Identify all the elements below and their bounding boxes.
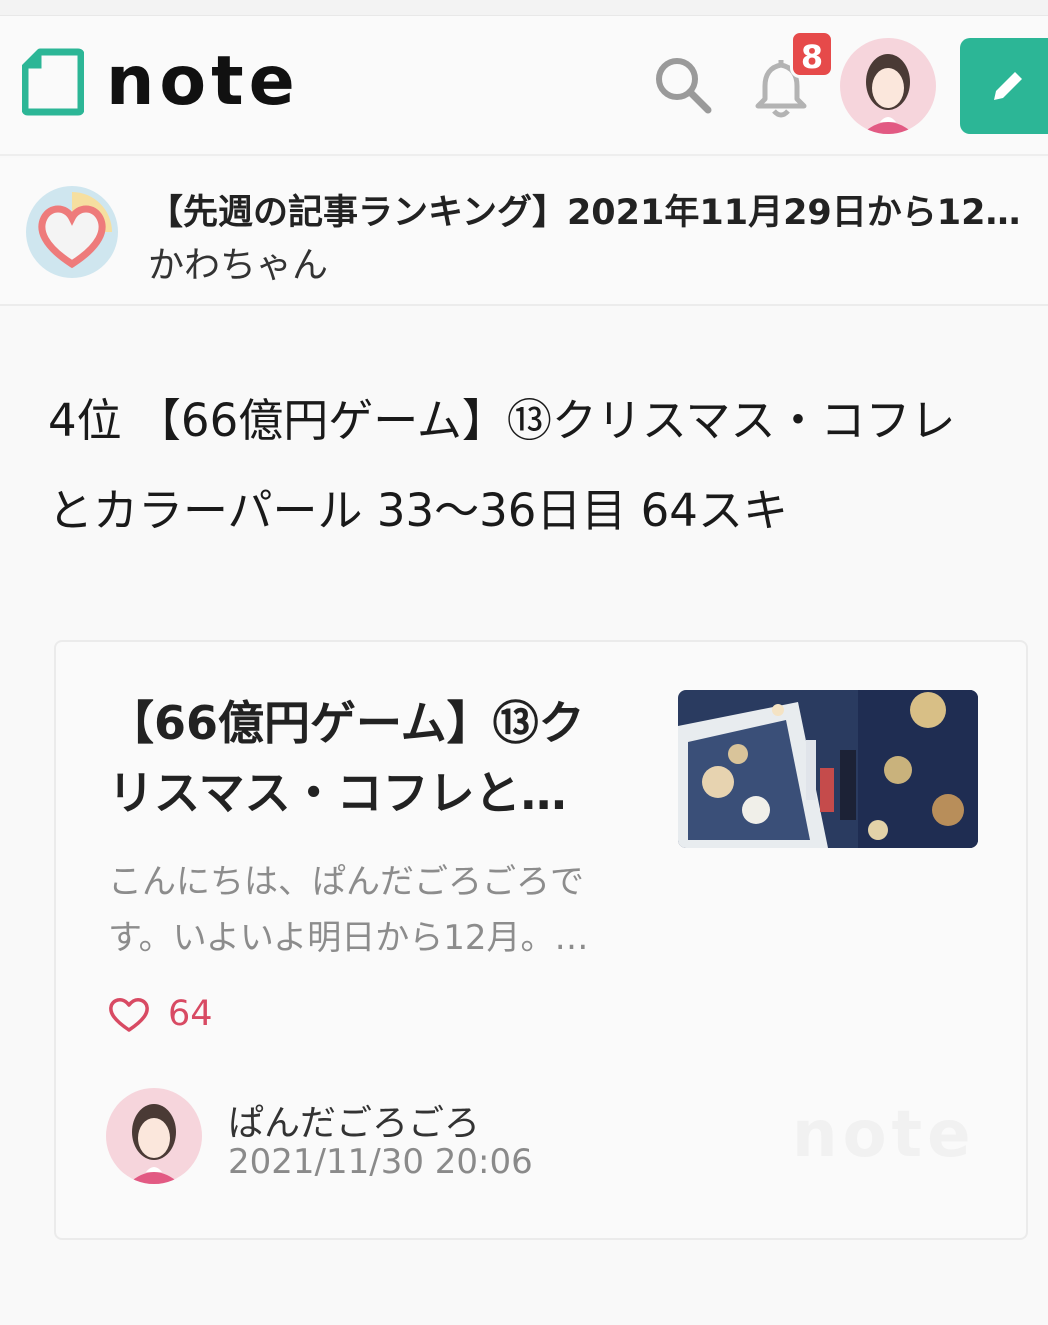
thumbnail-image [678, 690, 978, 848]
status-strip [0, 0, 1048, 16]
notification-badge: 8 [790, 30, 834, 78]
card-title[interactable]: 【66億円ゲーム】⑬ク リスマス・コフレと… [108, 688, 628, 828]
card-publish-date: 2021/11/30 20:06 [228, 1142, 533, 1182]
logo-wordmark: note [106, 42, 300, 121]
post-button[interactable] [960, 38, 1048, 134]
user-avatar[interactable] [840, 38, 936, 134]
magazine-author[interactable]: かわちゃん [148, 236, 328, 288]
ranking-entry: 4位 【66億円ゲーム】⑬クリスマス・コフレ とカラーパール 33〜36日目 6… [48, 376, 1028, 556]
magazine-bar[interactable]: 【先週の記事ランキング】2021年11月29日から12月5日 かわちゃん [0, 158, 1048, 306]
card-title-line-2: リスマス・コフレと… [108, 766, 567, 820]
card-description-line-2: す。いよいよ明日から12月。… [108, 918, 589, 958]
card-description-line-1: こんにちは、ぱんだごろごろで [108, 862, 584, 902]
like-count: 64 [168, 994, 213, 1034]
search-icon [656, 58, 712, 114]
note-logo-icon [22, 48, 84, 116]
card-title-line-1: 【66億円ゲーム】⑬ク [108, 696, 585, 750]
card-thumbnail[interactable] [678, 690, 978, 848]
heart-outline-icon [109, 998, 149, 1032]
like-button[interactable]: 64 [108, 994, 213, 1034]
note-watermark: note [792, 1098, 976, 1172]
app-header: note 8 [0, 16, 1048, 156]
ranking-line-1: 4位 【66億円ゲーム】⑬クリスマス・コフレ [48, 394, 956, 447]
article-embed-card[interactable]: 【66億円ゲーム】⑬ク リスマス・コフレと… こんにちは、ぱんだごろごろで す。… [54, 640, 1028, 1240]
avatar-image [106, 1088, 202, 1184]
heart-icon [26, 186, 118, 278]
card-description: こんにちは、ぱんだごろごろで す。いよいよ明日から12月。… [108, 854, 628, 966]
note-logo[interactable]: note [22, 48, 300, 116]
magazine-title[interactable]: 【先週の記事ランキング】2021年11月29日から12月5日 [148, 184, 1038, 235]
author-avatar[interactable] [106, 1088, 202, 1184]
avatar-image [840, 38, 936, 134]
pencil-icon [994, 72, 1022, 100]
card-author-name[interactable]: ぱんだごろごろ [228, 1094, 480, 1146]
ranking-line-2: とカラーパール 33〜36日目 64スキ [48, 484, 788, 537]
search-button[interactable] [652, 54, 714, 116]
